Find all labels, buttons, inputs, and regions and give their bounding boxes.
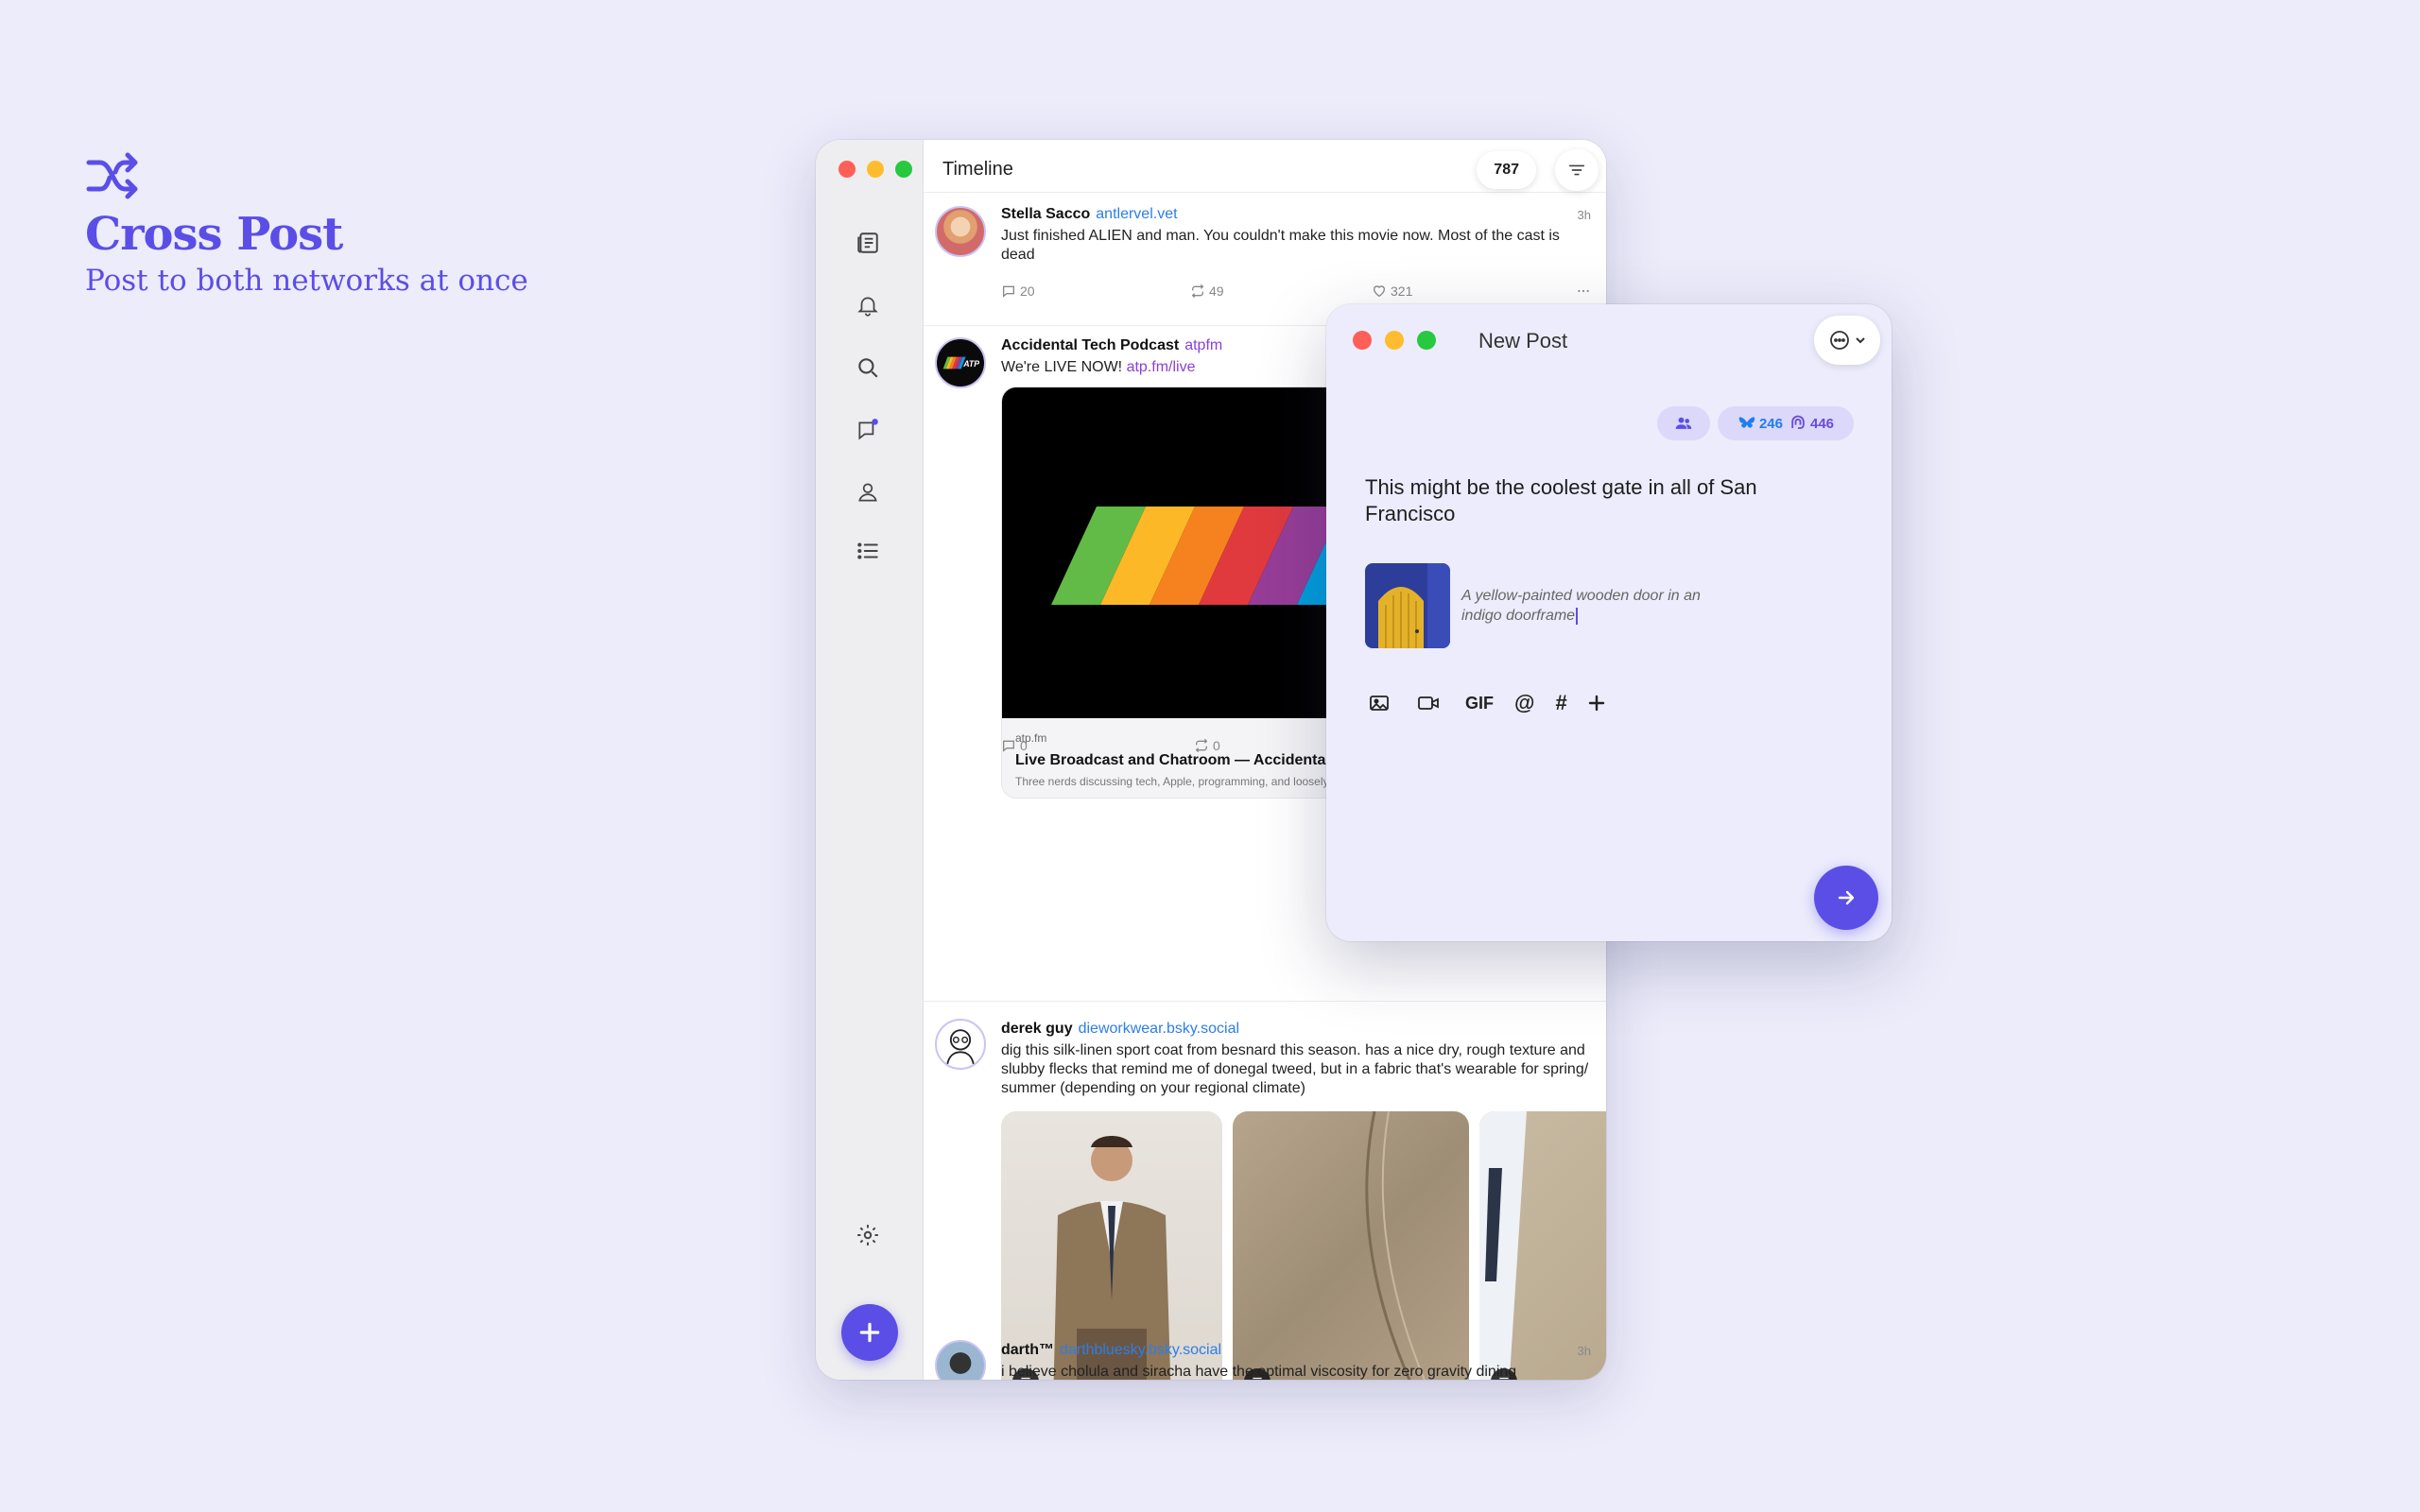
heart-icon [1373,285,1386,298]
author-name[interactable]: darth™ [1001,1342,1054,1358]
sidebar [816,140,924,1380]
unread-count-badge[interactable]: 787 [1477,151,1536,189]
newspaper-icon[interactable] [852,227,884,259]
hero-title: Cross Post [85,208,343,261]
post-link[interactable]: atp.fm/live [1127,359,1196,375]
new-post-window: New Post 246 446 This might be the coole… [1326,304,1892,941]
like-button[interactable]: 321 [1372,284,1412,299]
avatar[interactable] [935,1340,986,1380]
reply-icon [1003,740,1014,752]
avatar[interactable] [935,1019,986,1070]
reply-button[interactable]: 20 [1001,284,1035,299]
minimize-window-button[interactable] [1385,331,1404,350]
author-handle[interactable]: dieworkwear.bsky.social [1079,1021,1239,1037]
zoom-window-button[interactable] [1417,331,1436,350]
composer-toolbar: GIF @ # [1365,688,1609,718]
post-text: dig this silk-linen sport coat from besn… [1001,1042,1589,1096]
post-text: Just finished ALIEN and man. You couldn'… [1001,228,1560,263]
arrow-right-icon [1838,890,1855,905]
alt-text-input[interactable]: A yellow-painted wooden door in an indig… [1461,586,1736,626]
new-post-title: New Post [1478,329,1568,352]
timeline-post[interactable]: darth™ darthbluesky.bsky.social 3h i beli… [924,1332,1606,1380]
repost-icon [1195,738,1208,753]
add-image-button[interactable] [1365,688,1393,718]
post-actions: 20 49 321 [1001,284,1591,302]
attached-image[interactable] [1365,563,1450,648]
mastodon-count: 446 [1789,414,1834,433]
window-controls [838,161,912,178]
atp-logo-icon: ATP [942,356,979,369]
avatar[interactable]: ATP [935,337,986,388]
hero: Cross Post Post to both networks at once [85,151,528,298]
more-icon[interactable] [1576,284,1591,299]
lists-icon[interactable] [852,535,884,567]
mention-button[interactable]: @ [1514,688,1534,718]
zoom-window-button[interactable] [895,161,912,178]
hero-subtitle: Post to both networks at once [85,263,528,298]
compose-button[interactable] [841,1304,898,1361]
reply-icon [1003,285,1014,298]
post-time: 3h [1577,1344,1591,1358]
audience-button[interactable] [1657,406,1710,440]
close-window-button[interactable] [1353,331,1372,350]
window-controls [1353,331,1436,350]
timeline-header: Timeline 787 [924,140,1606,193]
author-name[interactable]: derek guy [1001,1021,1073,1037]
hashtag-button[interactable]: # [1555,688,1566,718]
post-time: 3h [1577,208,1591,222]
butterfly-icon [1738,417,1755,428]
video-icon [1418,696,1439,710]
mastodon-icon [1791,415,1805,429]
post-text-editor[interactable]: This might be the coolest gate in all of… [1365,474,1772,527]
more-options-button[interactable] [1584,688,1609,718]
plus-icon [1588,695,1604,712]
svg-text:ATP: ATP [962,359,979,369]
plus-icon [859,1322,880,1343]
author-handle[interactable]: antlervel.vet [1096,206,1177,222]
add-gif-button[interactable]: GIF [1465,688,1494,718]
minimize-window-button[interactable] [867,161,884,178]
chevron-down-icon [1856,337,1865,344]
timeline-title: Timeline [942,159,1013,180]
repost-icon [1191,284,1204,299]
profile-icon[interactable] [852,476,884,508]
post-text: i believe cholula and siracha have the o… [1001,1364,1517,1380]
shuffle-icon [85,151,140,200]
filter-button[interactable] [1555,149,1599,191]
bluesky-count: 246 [1737,414,1783,433]
author-name[interactable]: Stella Sacco [1001,206,1090,222]
bell-icon[interactable] [852,289,884,321]
send-button[interactable] [1814,866,1878,930]
author-name[interactable]: Accidental Tech Podcast [1001,337,1179,353]
avatar[interactable] [935,206,986,257]
search-icon[interactable] [852,352,884,384]
close-window-button[interactable] [838,161,856,178]
repost-button[interactable]: 49 [1190,284,1224,299]
image-icon [1370,696,1389,711]
people-icon [1675,417,1692,429]
reply-button[interactable]: 0 [1001,738,1028,753]
options-menu-button[interactable] [1814,316,1880,365]
author-handle[interactable]: darthbluesky.bsky.social [1060,1342,1221,1358]
ellipsis-circle-icon [1830,331,1849,350]
filter-icon [1568,164,1585,176]
add-video-button[interactable] [1414,688,1443,718]
messages-icon[interactable] [852,414,884,446]
repost-button[interactable]: 0 [1194,738,1220,753]
author-handle[interactable]: atpfm [1184,337,1222,353]
network-counts[interactable]: 246 446 [1718,406,1854,440]
timeline-post[interactable]: derek guy dieworkwear.bsky.social dig thi… [924,1002,1606,1380]
gear-icon[interactable] [852,1219,884,1251]
